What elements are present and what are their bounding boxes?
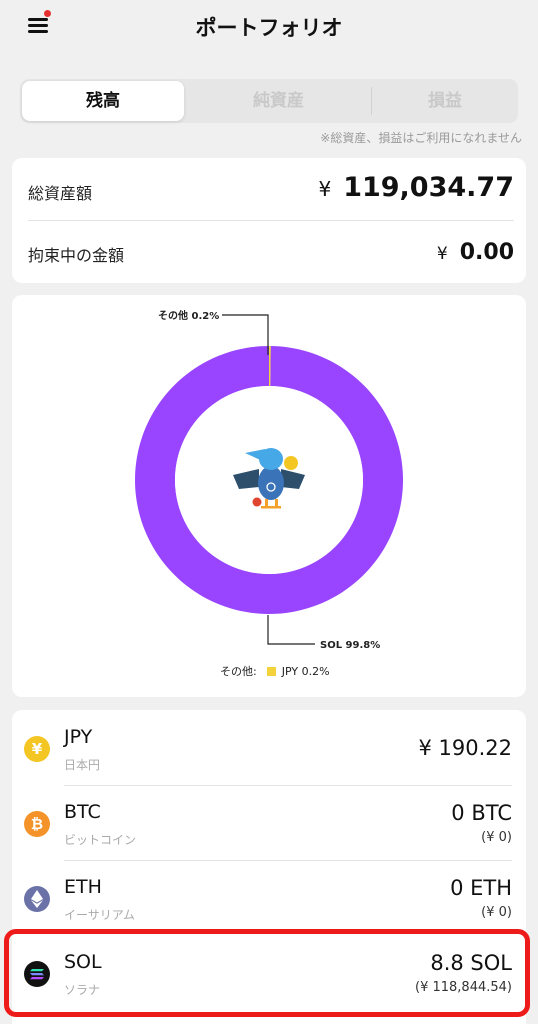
- list-item-btc[interactable]: ₿ BTC ビットコイン 0 BTC (¥ 0): [12, 786, 526, 862]
- ethereum-icon: [24, 886, 50, 912]
- asset-yen-value: (¥ 0): [481, 905, 512, 920]
- asset-amount: 0 BTC: [451, 801, 512, 825]
- currency-symbol: ¥: [436, 244, 448, 264]
- asset-symbol: BTC: [64, 801, 101, 823]
- asset-name: イーサリアム: [64, 908, 135, 922]
- sol-row-highlight: [4, 929, 530, 1017]
- asset-amount: 0 ETH: [450, 876, 512, 900]
- asset-name: 日本円: [64, 758, 101, 772]
- chart-legend: その他: JPY 0.2%: [220, 663, 330, 679]
- leader-line-sol: [267, 615, 315, 645]
- locked-amount: ¥0.00: [437, 240, 514, 265]
- unavailable-note: ※総資産、損益はご利用になれません: [320, 131, 522, 145]
- tab-profit-loss[interactable]: 損益: [372, 79, 518, 123]
- allocation-donut-chart: その他 0.2% SOL 99.8%: [134, 309, 403, 651]
- list-item-eth[interactable]: ETH イーサリアム 0 ETH (¥ 0): [12, 861, 526, 937]
- legend-item-jpy: JPY 0.2%: [281, 665, 330, 678]
- chart-label-other: その他 0.2%: [158, 309, 219, 322]
- asset-yen-value: (¥ 0): [481, 830, 512, 845]
- chart-label-sol: SOL 99.8%: [320, 640, 380, 651]
- asset-name: ビットコイン: [64, 833, 137, 847]
- summary-card: 総資産額 ¥119,034.77 拘束中の金額 ¥0.00: [12, 158, 526, 283]
- tab-balance[interactable]: 残高: [22, 81, 184, 121]
- legend-prefix: その他:: [220, 665, 257, 678]
- legend-swatch-jpy: [266, 667, 276, 676]
- total-assets-amount: ¥119,034.77: [318, 172, 514, 203]
- tab-net-assets[interactable]: 純資産: [186, 79, 371, 123]
- list-item-jpy[interactable]: ¥ JPY 日本円 ¥ 190.22: [12, 710, 526, 786]
- locked-amount-label: 拘束中の金額: [28, 246, 125, 265]
- total-assets-value: 119,034.77: [343, 172, 514, 203]
- bitcoin-icon: ₿: [24, 811, 50, 837]
- total-assets-label: 総資産額: [28, 184, 93, 203]
- app-header: ポートフォリオ: [0, 0, 538, 60]
- segmented-control: 残高 純資産 損益: [20, 79, 518, 123]
- divider: [28, 220, 514, 221]
- asset-symbol: ETH: [64, 876, 102, 898]
- asset-symbol: JPY: [64, 726, 93, 748]
- page-title: ポートフォリオ: [195, 16, 343, 40]
- currency-symbol: ¥: [318, 177, 332, 201]
- yen-coin-icon: ¥: [24, 736, 50, 762]
- ethereum-glyph: [31, 890, 43, 908]
- allocation-chart-card: その他 0.2% SOL 99.8% その他: JPY 0.2%: [12, 295, 526, 697]
- asset-amount: ¥ 190.22: [418, 736, 512, 760]
- locked-amount-value: 0.00: [459, 240, 514, 265]
